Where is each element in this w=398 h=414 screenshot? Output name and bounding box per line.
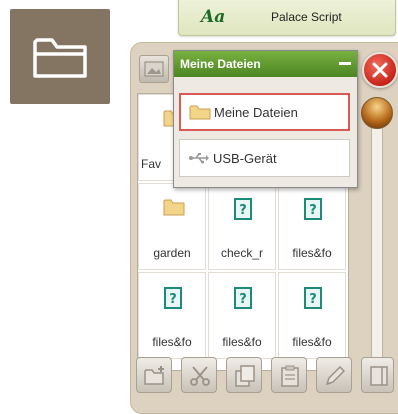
folder-icon: [163, 199, 185, 216]
rename-button[interactable]: [316, 357, 352, 393]
option-label: Meine Dateien: [214, 104, 298, 120]
option-usb-device[interactable]: USB-Gerät: [179, 139, 350, 177]
image-icon: [144, 61, 164, 77]
unknown-file-icon: ?: [164, 287, 182, 309]
paste-icon: [281, 365, 299, 387]
file-label: garden: [153, 246, 191, 260]
usb-icon: [189, 153, 209, 164]
file-label: files&fo: [152, 335, 192, 349]
paste-button[interactable]: [271, 357, 307, 393]
file-item[interactable]: ? files&fo: [278, 183, 346, 270]
file-item[interactable]: ? check_r: [208, 183, 276, 270]
folder-tile[interactable]: [10, 9, 110, 104]
dropdown-header[interactable]: Meine Dateien: [174, 51, 357, 77]
svg-text:?: ?: [239, 203, 247, 218]
folder-icon: [189, 105, 211, 120]
svg-text:?: ?: [309, 292, 317, 307]
file-label: check_r: [220, 246, 264, 260]
copy-icon: [235, 365, 255, 387]
unknown-file-icon: ?: [304, 198, 322, 220]
font-sample: Aa: [201, 7, 226, 27]
close-button[interactable]: [362, 52, 398, 88]
rename-pencil-icon: [325, 365, 346, 386]
file-item[interactable]: ? files&fo: [208, 272, 276, 359]
new-folder-icon: [144, 366, 164, 385]
folder-icon: [33, 38, 87, 78]
file-label: files&fo: [222, 335, 262, 349]
unknown-file-icon: ?: [234, 287, 252, 309]
svg-text:?: ?: [309, 203, 317, 218]
svg-text:?: ?: [169, 292, 177, 307]
font-list-item[interactable]: Aa Palace Script: [178, 0, 396, 36]
new-folder-button[interactable]: [136, 357, 172, 393]
unknown-file-icon: ?: [234, 198, 252, 220]
collapse-icon[interactable]: [339, 62, 351, 65]
dropdown-title: Meine Dateien: [180, 57, 261, 71]
close-icon: [372, 62, 388, 78]
file-item[interactable]: ? files&fo: [138, 272, 206, 359]
file-label: files&fo: [292, 246, 332, 260]
more-icon: [370, 366, 388, 386]
load-button[interactable]: [139, 55, 169, 83]
file-label: files&fo: [292, 335, 332, 349]
option-label: USB-Gerät: [213, 150, 277, 166]
option-my-files[interactable]: Meine Dateien: [179, 93, 350, 131]
svg-text:?: ?: [239, 292, 247, 307]
cut-icon: [190, 366, 210, 386]
scrollbar-track[interactable]: [371, 125, 383, 369]
copy-button[interactable]: [226, 357, 262, 393]
location-dropdown: Meine Dateien Meine Dateien USB-Gerät: [173, 50, 358, 188]
file-item[interactable]: garden: [138, 183, 206, 270]
file-item[interactable]: ? files&fo: [278, 272, 346, 359]
scrollbar-thumb[interactable]: [361, 97, 393, 129]
more-button[interactable]: [361, 357, 394, 393]
cut-button[interactable]: [181, 357, 217, 393]
font-name: Palace Script: [271, 10, 342, 24]
unknown-file-icon: ?: [304, 287, 322, 309]
